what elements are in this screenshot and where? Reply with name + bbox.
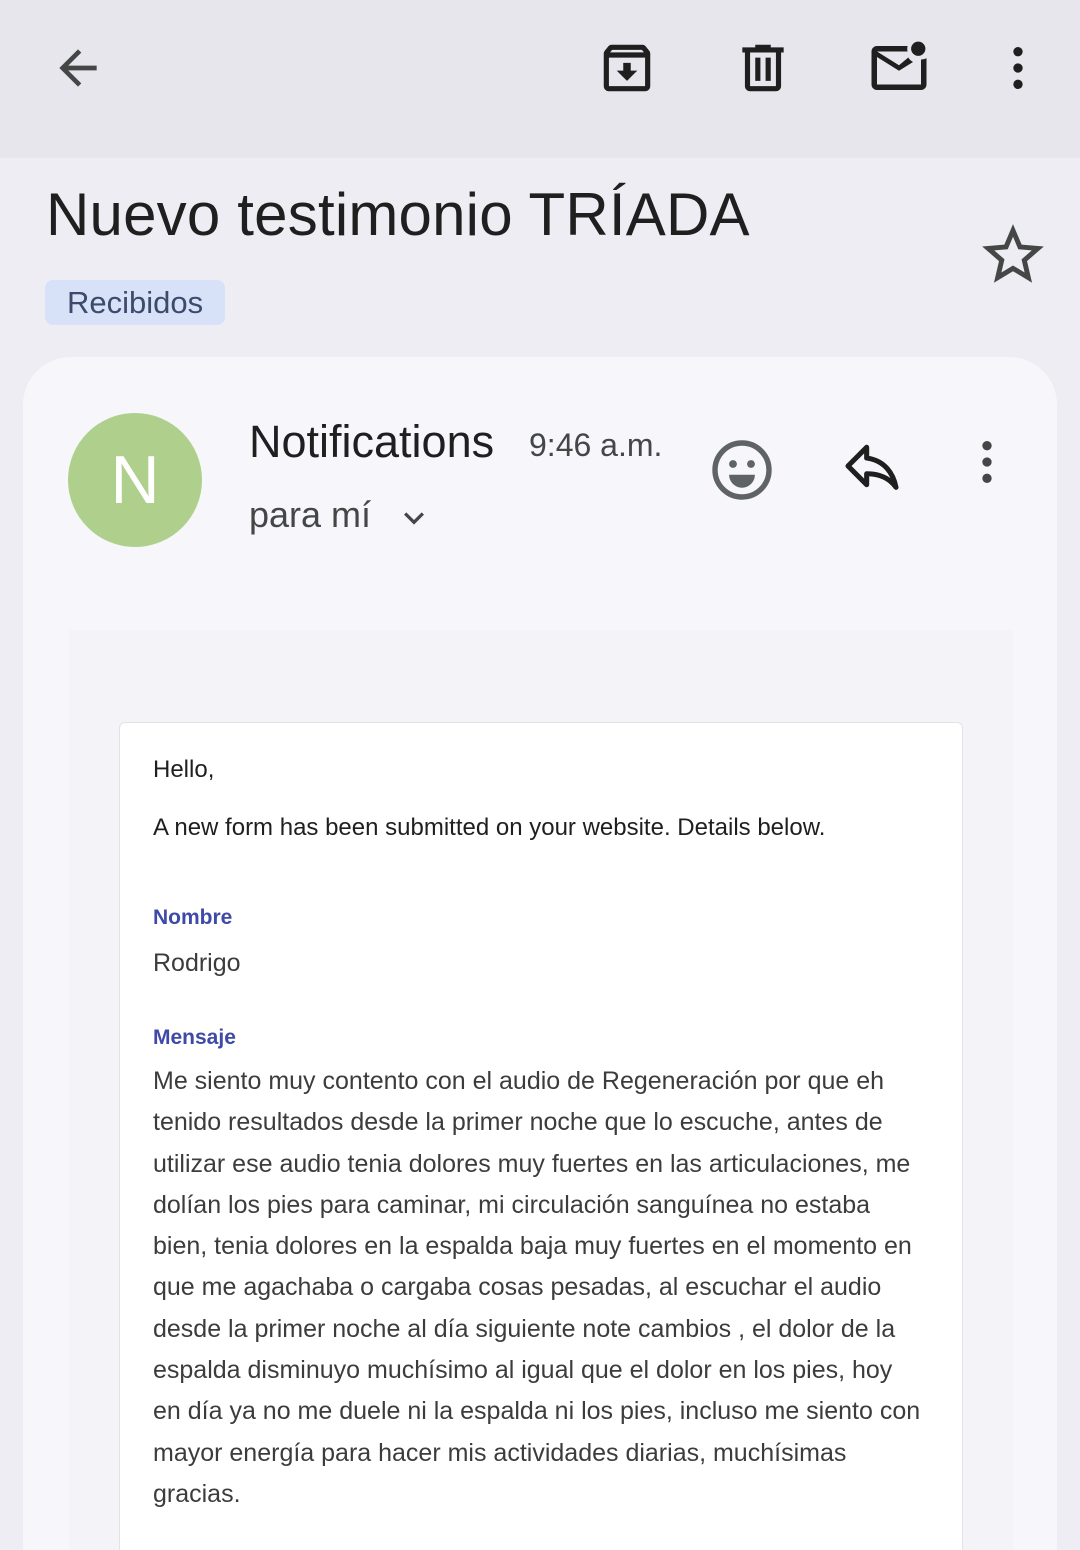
field-label-mensaje: Mensaje bbox=[153, 1026, 236, 1049]
field-value-nombre: Rodrigo bbox=[153, 949, 241, 977]
add-reaction-icon[interactable] bbox=[706, 434, 778, 506]
recipient-summary[interactable]: para mí bbox=[249, 493, 371, 537]
more-vert-icon[interactable] bbox=[959, 434, 1031, 506]
chevron-down-icon[interactable] bbox=[394, 498, 434, 538]
top-app-bar bbox=[0, 0, 1080, 158]
message-time: 9:46 a.m. bbox=[529, 427, 663, 463]
trash-icon[interactable] bbox=[725, 30, 801, 106]
arrow-back-icon[interactable] bbox=[40, 30, 116, 106]
greeting-text: Hello, bbox=[153, 756, 215, 783]
avatar[interactable]: N bbox=[68, 413, 202, 547]
field-value-mensaje: Me siento muy contento con el audio de R… bbox=[153, 1067, 921, 1508]
email-subject: Nuevo testimonio TRÍADA bbox=[46, 181, 750, 248]
field-label-nombre: Nombre bbox=[153, 906, 233, 929]
star-icon[interactable] bbox=[976, 218, 1050, 292]
intro-text: A new form has been submitted on your we… bbox=[153, 814, 826, 841]
mark-unread-icon[interactable] bbox=[861, 30, 937, 106]
more-vert-icon[interactable] bbox=[980, 30, 1056, 106]
archive-icon[interactable] bbox=[589, 30, 665, 106]
sender-name[interactable]: Notifications bbox=[249, 414, 494, 470]
reply-icon[interactable] bbox=[840, 434, 912, 506]
label-chip-inbox[interactable]: Recibidos bbox=[45, 280, 226, 325]
